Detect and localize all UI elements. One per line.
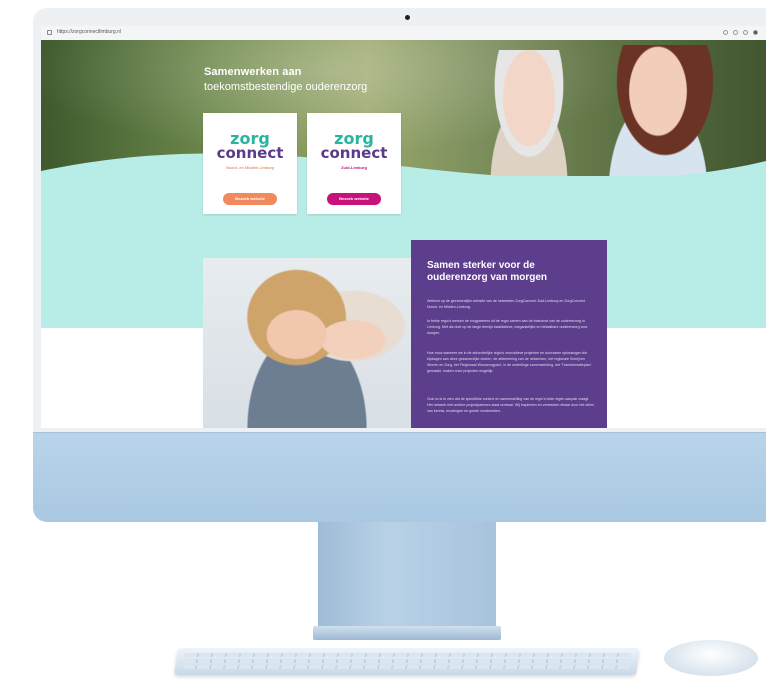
bookmark-icon[interactable] (733, 30, 738, 35)
imac-chin (33, 432, 766, 522)
photo-two-women (203, 258, 411, 428)
keyboard-row (182, 665, 630, 669)
visit-website-button[interactable]: Bezoek website (327, 193, 381, 205)
lock-icon (47, 30, 52, 35)
logo-region-text: Zuid-Limburg (341, 165, 367, 170)
share-icon[interactable] (723, 30, 728, 35)
about-panel: Samen sterker voor de ouderenzorg van mo… (411, 240, 607, 428)
mouse (664, 640, 758, 676)
hero-wave-divider (41, 153, 766, 201)
logo-connect-text: connect (320, 144, 388, 162)
about-paragraph: In beide regio's werken de zorgpartners … (427, 319, 588, 335)
about-paragraph: Welkom op de gezamenlijke website van de… (427, 299, 586, 309)
hero-title: Samenwerken aan (204, 66, 302, 78)
website-screen: https://zorgconnectlimburg.nl Samenwerke… (41, 26, 766, 428)
keyboard-row (183, 659, 631, 663)
camera-dot (405, 15, 410, 20)
about-title: Samen sterker voor de ouderenzorg van mo… (427, 260, 548, 283)
browser-address-bar[interactable]: https://zorgconnectlimburg.nl (41, 26, 766, 41)
profile-icon[interactable] (753, 30, 758, 35)
logo-connect-text: connect (216, 144, 284, 162)
logo-region-text: Noord- en Midden-Limburg (226, 165, 274, 170)
network-card-noord-midden: zorg connect Noord- en Midden-Limburg Be… (203, 113, 297, 214)
visit-website-button[interactable]: Bezoek website (223, 193, 277, 205)
imac-stand (318, 522, 496, 634)
imac-stand-base (313, 626, 501, 640)
about-paragraph: Ook nu is te zien dat de specifieke cont… (427, 397, 595, 413)
keyboard-row (184, 653, 632, 657)
url-text[interactable]: https://zorgconnectlimburg.nl (57, 29, 121, 35)
keyboard (174, 648, 640, 675)
about-paragraph: Hoe mooi wanneer we in de afzonderlijke … (427, 351, 592, 373)
hero-subtitle: toekomstbestendige ouderenzorg (204, 81, 368, 93)
network-card-zuid: zorg connect Zuid-Limburg Bezoek website (307, 113, 401, 214)
extension-icon[interactable] (743, 30, 748, 35)
